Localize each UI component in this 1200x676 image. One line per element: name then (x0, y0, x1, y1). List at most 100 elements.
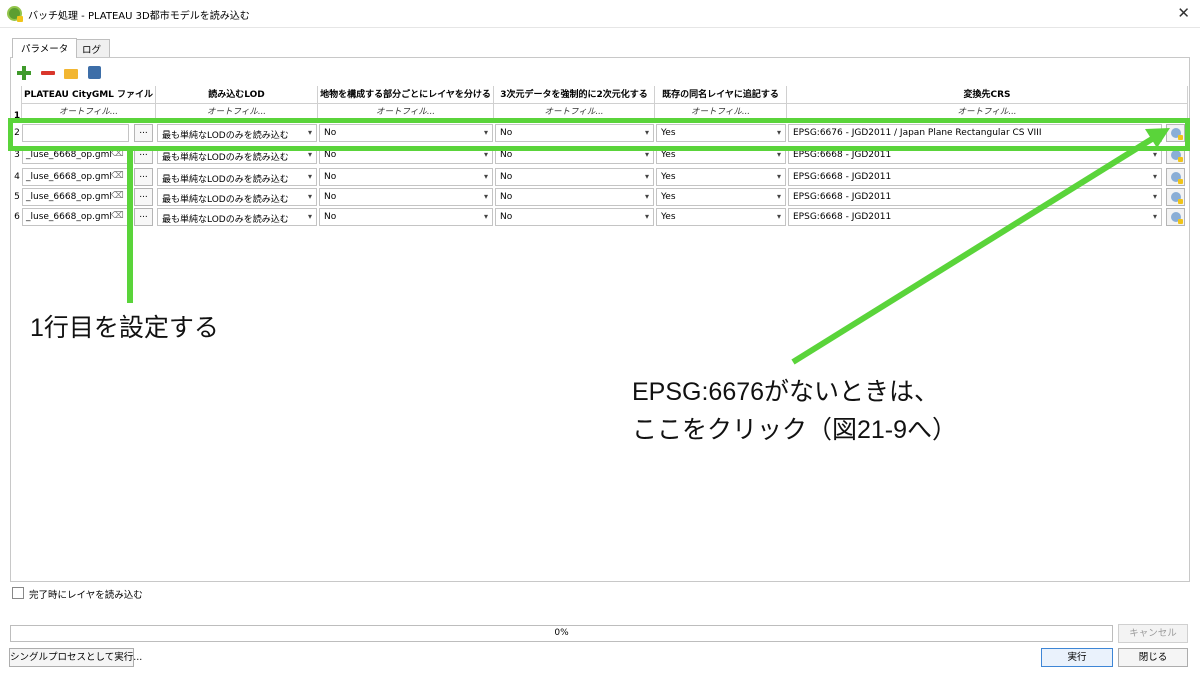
column-header-target-crs[interactable]: 変換先CRS (787, 86, 1188, 104)
column-header-lod[interactable]: 読み込むLOD (156, 86, 318, 104)
chevron-down-icon: ▾ (644, 212, 649, 221)
column-header-citygml-file[interactable]: PLATEAU CityGML ファイル (22, 86, 156, 104)
browse-file-button[interactable]: ... (134, 188, 153, 206)
tab-parameters[interactable]: パラメータ (12, 38, 78, 58)
browse-file-button[interactable]: ... (134, 168, 153, 186)
tab-log[interactable]: ログ (73, 39, 111, 57)
close-button[interactable]: 閉じる (1118, 648, 1188, 667)
progress-text: 0% (554, 628, 569, 638)
chevron-down-icon: ▾ (307, 192, 312, 201)
chevron-down-icon: ▾ (644, 172, 649, 181)
select-crs-button[interactable] (1166, 168, 1185, 186)
chevron-down-icon: ▾ (776, 212, 781, 221)
append-value: Yes (661, 150, 676, 160)
lod-select[interactable]: 最も単純なLODのみを読み込む ▾ (157, 208, 317, 226)
chevron-down-icon: ▾ (644, 192, 649, 201)
select-crs-button[interactable] (1166, 208, 1185, 226)
crs-globe-icon (1171, 150, 1183, 162)
file-path-value: _luse_6668_op.gml (26, 212, 112, 222)
force-2d-value: No (500, 192, 513, 202)
split-layers-select[interactable]: No ▾ (319, 188, 493, 206)
append-value: Yes (661, 212, 676, 222)
annotation-row1-text: 1行目を設定する (30, 314, 219, 342)
add-row-icon[interactable] (17, 66, 31, 80)
remove-row-icon[interactable] (41, 66, 55, 80)
chevron-down-icon: ▾ (776, 172, 781, 181)
target-crs-value: EPSG:6668 - JGD2011 (793, 150, 892, 160)
lod-value: 最も単純なLODのみを読み込む (162, 175, 289, 185)
chevron-down-icon: ▾ (483, 192, 488, 201)
chevron-down-icon: ▾ (483, 172, 488, 181)
load-layers-label[interactable]: 完了時にレイヤを読み込む (29, 587, 143, 601)
chevron-down-icon: ▾ (776, 150, 781, 159)
close-window-button[interactable]: ✕ (1177, 4, 1190, 22)
save-icon[interactable] (88, 66, 102, 80)
chevron-down-icon: ▾ (307, 150, 312, 159)
chevron-down-icon: ▾ (483, 150, 488, 159)
row-number: 4 (14, 172, 20, 182)
target-crs-select[interactable]: EPSG:6668 - JGD2011 ▾ (788, 168, 1162, 186)
target-crs-select[interactable]: EPSG:6668 - JGD2011 ▾ (788, 188, 1162, 206)
browse-file-button[interactable]: ... (134, 208, 153, 226)
chevron-down-icon: ▾ (644, 150, 649, 159)
row-number: 6 (14, 212, 20, 222)
annotation-line-row (127, 151, 133, 303)
chevron-down-icon: ▾ (483, 212, 488, 221)
chevron-down-icon: ▾ (307, 212, 312, 221)
lod-value: 最も単純なLODのみを読み込む (162, 195, 289, 205)
force-2d-value: No (500, 150, 513, 160)
select-crs-button[interactable] (1166, 188, 1185, 206)
lod-select[interactable]: 最も単純なLODのみを読み込む ▾ (157, 188, 317, 206)
force-2d-select[interactable]: No ▾ (495, 208, 654, 226)
split-layers-value: No (324, 192, 337, 202)
chevron-down-icon: ▾ (1152, 172, 1157, 181)
append-value: Yes (661, 192, 676, 202)
run-button[interactable]: 実行 (1041, 648, 1113, 667)
chevron-down-icon: ▾ (1152, 150, 1157, 159)
crs-globe-icon (1171, 212, 1183, 224)
target-crs-value: EPSG:6668 - JGD2011 (793, 212, 892, 222)
force-2d-select[interactable]: No ▾ (495, 168, 654, 186)
append-select[interactable]: Yes ▾ (656, 168, 786, 186)
split-layers-select[interactable]: No ▾ (319, 208, 493, 226)
crs-globe-icon (1171, 172, 1183, 184)
split-layers-value: No (324, 212, 337, 222)
window-title: バッチ処理 - PLATEAU 3D都市モデルを読み込む (28, 11, 250, 22)
append-select[interactable]: Yes ▾ (656, 208, 786, 226)
split-layers-value: No (324, 172, 337, 182)
lod-value: 最も単純なLODのみを読み込む (162, 215, 289, 225)
chevron-down-icon: ▾ (776, 192, 781, 201)
row-number: 5 (14, 192, 20, 202)
annotation-crs-text-line2: ここをクリック（図21-9へ） (632, 416, 958, 444)
force-2d-value: No (500, 212, 513, 222)
row-1-highlight (8, 118, 1190, 151)
run-as-single-process-button[interactable]: シングルプロセスとして実行... (9, 648, 142, 667)
clear-text-icon[interactable]: ⌫ (111, 171, 124, 181)
lod-select[interactable]: 最も単純なLODのみを読み込む ▾ (157, 168, 317, 186)
file-path-value: _luse_6668_op.gml (26, 150, 112, 160)
file-path-value: _luse_6668_op.gml (26, 192, 112, 202)
target-crs-select[interactable]: EPSG:6668 - JGD2011 ▾ (788, 208, 1162, 226)
folder-open-icon[interactable] (64, 66, 78, 80)
cancel-button[interactable]: キャンセル (1118, 624, 1188, 643)
force-2d-value: No (500, 172, 513, 182)
load-layers-checkbox[interactable] (12, 587, 24, 599)
chevron-down-icon: ▾ (1152, 212, 1157, 221)
target-crs-value: EPSG:6668 - JGD2011 (793, 192, 892, 202)
title-bar: バッチ処理 - PLATEAU 3D都市モデルを読み込む ✕ (0, 0, 1200, 28)
column-header-append[interactable]: 既存の同名レイヤに追記する (655, 86, 787, 104)
progress-bar: 0% (10, 625, 1113, 642)
row-number: 3 (14, 150, 20, 160)
force-2d-select[interactable]: No ▾ (495, 188, 654, 206)
clear-text-icon[interactable]: ⌫ (111, 191, 124, 201)
column-header-force-2d[interactable]: 3次元データを強制的に2次元化する (494, 86, 655, 104)
append-select[interactable]: Yes ▾ (656, 188, 786, 206)
target-crs-value: EPSG:6668 - JGD2011 (793, 172, 892, 182)
split-layers-select[interactable]: No ▾ (319, 168, 493, 186)
column-header-split-layers[interactable]: 地物を構成する部分ごとにレイヤを分ける (318, 86, 494, 104)
split-layers-value: No (324, 150, 337, 160)
clear-text-icon[interactable]: ⌫ (111, 211, 124, 221)
qgis-logo-icon (7, 6, 23, 22)
append-value: Yes (661, 172, 676, 182)
annotation-crs-text-line1: EPSG:6676がないときは、 (632, 378, 940, 406)
